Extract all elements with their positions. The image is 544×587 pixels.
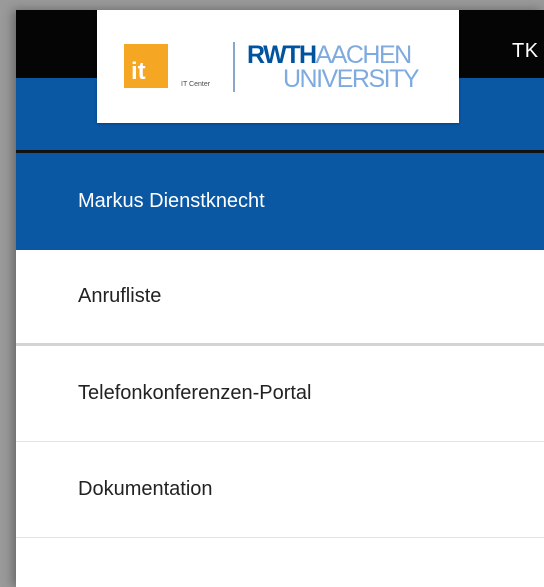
- nav-item-dokumentation[interactable]: Dokumentation: [16, 442, 544, 538]
- nav-item-label: Telefonkonferenzen-Portal: [78, 382, 312, 404]
- nav-item-anrufliste[interactable]: Anrufliste: [16, 250, 544, 346]
- logo-divider: [233, 42, 235, 92]
- app-window: TK it IT Center RWTHAACHEN UNIVERSITY Ma…: [16, 10, 544, 587]
- it-center-subtitle: IT Center: [181, 81, 211, 88]
- rwth-logo-line2: UNIVERSITY: [283, 65, 420, 93]
- app-title: TK: [512, 40, 539, 62]
- nav-item-user-label: Markus Dienstknecht: [78, 190, 265, 212]
- navigation-menu: Markus Dienstknecht Anrufliste Telefonko…: [16, 153, 544, 538]
- nav-item-user[interactable]: Markus Dienstknecht: [16, 153, 544, 250]
- nav-item-label: Dokumentation: [78, 478, 213, 500]
- nav-item-telefonkonferenzen-portal[interactable]: Telefonkonferenzen-Portal: [16, 346, 544, 442]
- logo[interactable]: it IT Center RWTHAACHEN UNIVERSITY: [97, 10, 459, 123]
- nav-item-label: Anrufliste: [78, 285, 162, 307]
- it-center-logo-text: it: [131, 58, 146, 85]
